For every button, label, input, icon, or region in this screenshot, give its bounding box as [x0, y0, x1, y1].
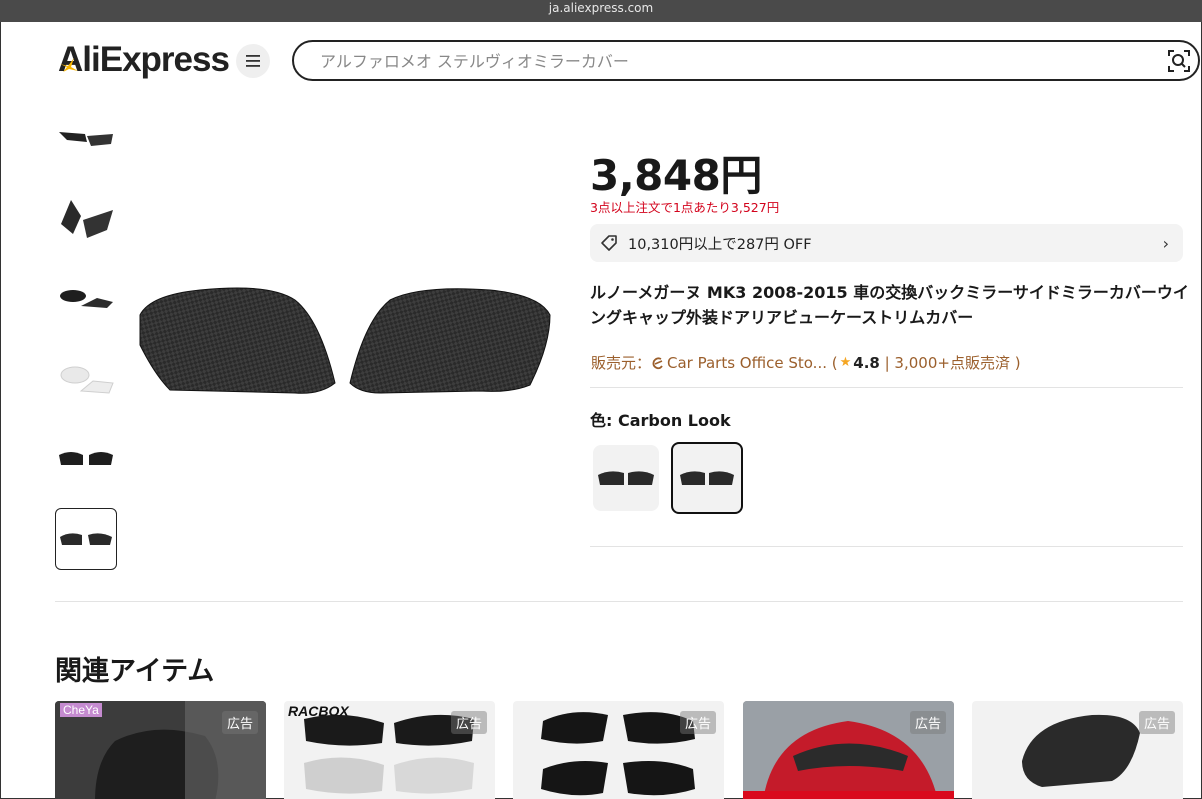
divider — [590, 387, 1183, 388]
thumbnail-list — [55, 108, 117, 588]
seller-name-link[interactable]: Car Parts Office Sto... — [667, 354, 827, 372]
product-title: ルノーメガーヌ MK3 2008-2015 車の交換バックミラーサイドミラーカバ… — [590, 283, 1189, 327]
color-swatch-carbon-look[interactable] — [671, 442, 743, 514]
logo-text: AliExpress — [58, 40, 230, 79]
url-text: ja.aliexpress.com — [548, 1, 654, 15]
aliexpress-logo[interactable]: AliExpress — [58, 40, 230, 80]
thumbnail-2[interactable] — [55, 188, 117, 250]
product-main-image[interactable] — [130, 275, 560, 405]
logo-star-icon — [60, 58, 78, 72]
product-price: 3,848円 — [590, 151, 762, 200]
thumbnail-1[interactable] — [55, 108, 117, 170]
divider — [590, 546, 1183, 547]
rating-open: ( — [826, 353, 838, 372]
mirror-cover-thumbnail — [60, 533, 112, 545]
tag-icon — [601, 235, 617, 251]
brand-tag: CheYa — [60, 703, 102, 717]
chevron-right-icon: › — [1162, 234, 1169, 253]
color-label: 色: Carbon Look — [590, 411, 731, 430]
thumbnail-4[interactable] — [55, 348, 117, 410]
mirror-cover-thumbnail — [61, 200, 113, 238]
mirror-cover-thumbnail — [59, 452, 113, 465]
related-item-card[interactable]: 広告 — [513, 701, 724, 799]
swatch-image — [598, 471, 654, 485]
thumbnail-3[interactable] — [55, 268, 117, 330]
related-item-card[interactable]: 広告 — [972, 701, 1183, 799]
ad-badge: 広告 — [679, 711, 716, 734]
coupon-banner[interactable]: 10,310円以上で287円 OFF › — [590, 224, 1183, 262]
ad-badge: 広告 — [450, 711, 487, 734]
ad-badge: 広告 — [1138, 711, 1175, 734]
image-search-button[interactable] — [1166, 48, 1192, 74]
search-input[interactable] — [320, 50, 1140, 72]
bulk-discount-note: 3点以上注文で1点あたり3,527円 — [590, 200, 780, 215]
related-items-heading: 関連アイテム — [55, 656, 215, 687]
mirror-cover-thumbnail — [60, 290, 113, 308]
thumbnail-5[interactable] — [55, 428, 117, 490]
menu-button[interactable] — [236, 44, 270, 78]
seller-info: 販売元： Car Parts Office Sto... ( ★ 4.8 | 3… — [591, 352, 1021, 373]
hamburger-icon — [246, 55, 260, 67]
seller-rating: 4.8 — [853, 353, 880, 372]
search-bar — [292, 40, 1200, 81]
brand-logo: RACBOX — [288, 703, 349, 719]
image-search-icon — [1168, 50, 1190, 72]
star-icon: ★ — [839, 355, 852, 370]
store-icon — [652, 356, 663, 369]
browser-url-bar[interactable]: ja.aliexpress.com — [0, 0, 1202, 22]
thumbnail-6[interactable] — [55, 508, 117, 570]
color-swatch-1[interactable] — [593, 445, 659, 511]
related-item-card[interactable]: RACBOX 広告 — [284, 701, 495, 799]
related-item-card[interactable]: CheYa 広告 — [55, 701, 266, 799]
sold-count: | 3,000+点販売済 ) — [879, 354, 1021, 372]
mirror-cover-thumbnail-white — [60, 366, 114, 394]
seller-label: 販売元： — [591, 354, 652, 372]
ad-badge: 広告 — [909, 711, 946, 734]
divider — [55, 601, 1183, 602]
mirror-cover-thumbnail — [59, 132, 113, 146]
swatch-image — [680, 471, 734, 485]
coupon-text: 10,310円以上で287円 OFF — [628, 236, 812, 253]
ad-badge: 広告 — [221, 711, 258, 734]
related-item-card[interactable]: 広告 — [743, 701, 954, 799]
